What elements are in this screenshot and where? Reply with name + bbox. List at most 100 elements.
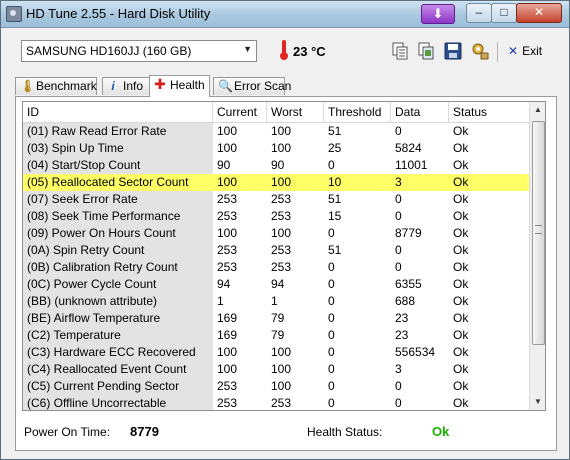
options-icon[interactable] [470, 41, 490, 61]
worst-value-cell: 100 [271, 141, 292, 155]
status-cell: Ok [453, 260, 469, 274]
raw-data-cell: 6355 [395, 277, 422, 291]
tab-label: Health [170, 78, 205, 92]
raw-data-cell: 0 [395, 124, 402, 138]
attribute-id-cell: (07) Seek Error Rate [23, 191, 213, 208]
table-row[interactable]: (04) Start/Stop Count 90 90 0 11001 Ok [23, 157, 545, 174]
tab-health[interactable]: ✚ Health [149, 75, 210, 97]
exit-button[interactable]: ✕ Exit [508, 44, 542, 58]
table-row[interactable]: (0A) Spin Retry Count 253 253 51 0 Ok [23, 242, 545, 259]
table-row[interactable]: (07) Seek Error Rate 253 253 51 0 Ok [23, 191, 545, 208]
table-row[interactable]: (08) Seek Time Performance 253 253 15 0 Ok [23, 208, 545, 225]
current-value-cell: 100 [217, 345, 238, 359]
table-row[interactable]: (0C) Power Cycle Count 94 94 0 6355 Ok [23, 276, 545, 293]
worst-value-cell: 253 [271, 243, 292, 257]
thermometer-icon: 🌡 [20, 79, 36, 93]
status-footer: Power On Time: 8779 Health Status: Ok [16, 415, 556, 447]
column-header-data[interactable]: Data [391, 102, 449, 122]
table-row[interactable]: (03) Spin Up Time 100 100 25 5824 Ok [23, 140, 545, 157]
raw-data-cell: 688 [395, 294, 416, 308]
scroll-up-icon[interactable]: ▲ [530, 102, 545, 118]
table-row[interactable]: (BE) Airflow Temperature 169 79 0 23 Ok [23, 310, 545, 327]
worst-value-cell: 253 [271, 396, 292, 410]
close-button[interactable]: ✕ [516, 3, 562, 23]
raw-data-cell: 0 [395, 396, 402, 410]
table-row[interactable]: (05) Reallocated Sector Count 100 100 10 3 Ok [23, 174, 545, 191]
threshold-value-cell: 51 [328, 124, 342, 138]
worst-value-cell: 100 [271, 379, 292, 393]
raw-data-cell: 0 [395, 243, 402, 257]
worst-value-cell: 253 [271, 192, 292, 206]
attribute-id-cell: (04) Start/Stop Count [23, 157, 213, 174]
attribute-id-cell: (05) Reallocated Sector Count [27, 175, 189, 189]
status-cell: Ok [453, 243, 469, 257]
threshold-value-cell: 0 [328, 311, 335, 325]
current-value-cell: 100 [217, 141, 238, 155]
table-row[interactable]: (C3) Hardware ECC Recovered 100 100 0 556534… [23, 344, 545, 361]
grip-icon [535, 225, 542, 234]
health-status-label: Health Status: [307, 425, 383, 439]
drive-select[interactable]: SAMSUNG HD160JJ (160 GB) ▼ [21, 40, 257, 62]
raw-data-cell: 556534 [395, 345, 436, 359]
vertical-scrollbar[interactable]: ▲ ▼ [529, 102, 545, 410]
power-on-time-label: Power On Time: [24, 425, 111, 439]
current-value-cell: 169 [217, 328, 238, 342]
status-cell: Ok [453, 379, 469, 393]
status-cell: Ok [453, 226, 469, 240]
scrollbar-thumb[interactable] [532, 121, 545, 345]
attribute-id-cell: (C3) Hardware ECC Recovered [23, 344, 213, 361]
worst-value-cell: 100 [271, 124, 292, 138]
chevron-down-icon[interactable]: ▼ [243, 44, 252, 54]
raw-data-cell: 5824 [395, 141, 422, 155]
threshold-value-cell: 51 [328, 192, 342, 206]
maximize-button[interactable]: □ [491, 3, 517, 23]
save-icon[interactable] [443, 41, 463, 61]
tab-info[interactable]: i Info [102, 77, 150, 95]
threshold-value-cell: 0 [328, 379, 335, 393]
table-row[interactable]: (C4) Reallocated Event Count 100 100 0 3 Ok [23, 361, 545, 378]
hard-disk-app-icon[interactable] [6, 6, 22, 22]
title-bar[interactable]: HD Tune 2.55 - Hard Disk Utility ⬇ – □ ✕ [1, 1, 569, 28]
table-row[interactable]: (BB) (unknown attribute) 1 1 0 688 Ok [23, 293, 545, 310]
attribute-id-cell: (C5) Current Pending Sector [23, 378, 213, 395]
download-arrow-icon[interactable]: ⬇ [421, 4, 455, 24]
status-cell: Ok [453, 158, 469, 172]
worst-value-cell: 100 [271, 175, 292, 189]
tab-error-scan[interactable]: 🔍Error Scan [213, 77, 291, 95]
raw-data-cell: 0 [395, 209, 402, 223]
threshold-value-cell: 10 [328, 175, 342, 189]
column-header-status[interactable]: Status [449, 102, 529, 122]
table-row[interactable]: (01) Raw Read Error Rate 100 100 51 0 Ok [23, 123, 545, 140]
worst-value-cell: 1 [271, 294, 278, 308]
health-status-value: Ok [432, 424, 450, 439]
status-cell: Ok [453, 141, 469, 155]
table-row[interactable]: (C6) Offline Uncorrectable 253 253 0 0 Ok [23, 395, 545, 410]
table-row[interactable]: (C2) Temperature 169 79 0 23 Ok [23, 327, 545, 344]
info-icon: i [111, 79, 115, 93]
worst-value-cell: 79 [271, 311, 285, 325]
table-row[interactable]: (C5) Current Pending Sector 253 100 0 0 Ok [23, 378, 545, 395]
smart-attributes-table: ID Current Worst Threshold Data Status (… [22, 101, 546, 411]
raw-data-cell: 3 [395, 362, 402, 376]
status-cell: Ok [453, 209, 469, 223]
copy-screenshot-icon[interactable] [416, 41, 436, 61]
table-header: ID Current Worst Threshold Data Status [23, 102, 545, 123]
minimize-button[interactable]: – [466, 3, 492, 23]
status-cell: Ok [453, 311, 469, 325]
toolbar-divider [497, 42, 498, 62]
table-row[interactable]: (0B) Calibration Retry Count 253 253 0 0 Ok [23, 259, 545, 276]
table-row[interactable]: (09) Power On Hours Count 100 100 0 8779 Ok [23, 225, 545, 242]
column-header-worst[interactable]: Worst [267, 102, 324, 122]
window-title: HD Tune 2.55 - Hard Disk Utility [26, 6, 211, 21]
copy-text-icon[interactable] [390, 41, 410, 61]
tab-benchmark[interactable]: 🌡Benchmark [15, 77, 97, 95]
attribute-id-cell: (0B) Calibration Retry Count [23, 259, 213, 276]
health-cross-icon: ✚ [154, 76, 166, 92]
column-header-threshold[interactable]: Threshold [324, 102, 391, 122]
column-header-id[interactable]: ID [23, 102, 213, 122]
column-header-current[interactable]: Current [213, 102, 267, 122]
worst-value-cell: 79 [271, 328, 285, 342]
current-value-cell: 253 [217, 243, 238, 257]
scroll-down-icon[interactable]: ▼ [530, 394, 545, 410]
raw-data-cell: 0 [395, 379, 402, 393]
